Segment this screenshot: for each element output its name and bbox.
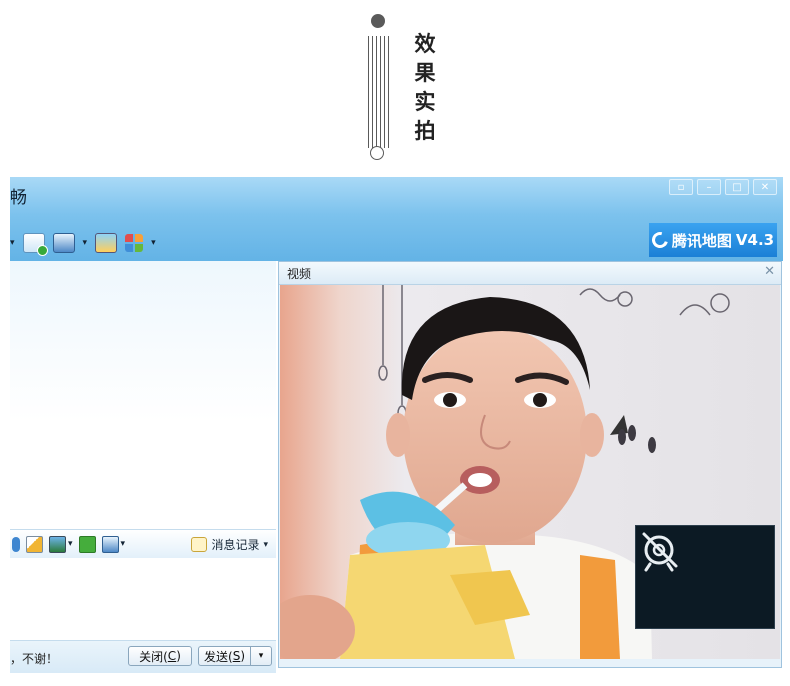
input-toolbar: ▾ ▾ 消息记录 ▾ <box>10 529 276 559</box>
brand-banner[interactable]: 腾讯地图 V4.3 <box>648 223 777 257</box>
apps-dropdown[interactable]: ▾ <box>151 238 156 248</box>
window-controls: ▫ – □ ✕ <box>669 179 777 195</box>
close-label: 关闭( <box>139 649 168 664</box>
screenshot-dropdown[interactable]: ▾ <box>121 539 126 549</box>
history-label: 消息记录 <box>211 538 260 552</box>
chat-toolbar: ▾ ▾ ▾ <box>10 231 156 256</box>
dot-hollow <box>370 146 384 160</box>
bottom-bar: ，不谢！ 关闭(C) 发送(S) ▾ <box>10 640 276 673</box>
toolbar-dropdown-arrow[interactable]: ▾ <box>10 238 15 248</box>
close-window-button[interactable]: ✕ <box>753 179 777 195</box>
remote-desktop-icon[interactable] <box>52 233 75 253</box>
chat-log <box>10 261 276 529</box>
video-title: 视频 <box>287 267 312 281</box>
image-icon[interactable] <box>49 535 66 553</box>
add-chat-icon[interactable] <box>22 233 48 256</box>
image-dropdown[interactable]: ▾ <box>68 539 73 549</box>
close-button[interactable]: 关闭(C) <box>128 646 192 666</box>
history-dropdown[interactable]: ▾ <box>263 540 268 550</box>
music-icon[interactable] <box>78 535 96 553</box>
skin-button[interactable]: ▫ <box>669 179 693 195</box>
maximize-button[interactable]: □ <box>725 179 749 195</box>
brand-name: 腾讯地图 <box>671 231 732 250</box>
apps-icon[interactable] <box>125 234 144 252</box>
close-label-end: ) <box>176 649 181 663</box>
send-shortcut: S <box>232 649 241 663</box>
message-history-button[interactable]: 消息记录 ▾ <box>191 536 268 553</box>
video-header: 视频 ✕ <box>279 262 781 285</box>
page-title: 效果实拍 <box>414 32 436 143</box>
brand-version: V4.3 <box>735 231 775 249</box>
history-icon <box>191 537 208 552</box>
dot-filled <box>371 14 385 28</box>
screenshot-icon[interactable] <box>101 535 119 553</box>
send-label: 发送( <box>204 649 233 664</box>
video-panel: 视频 ✕ <box>278 261 782 668</box>
video-close-icon[interactable]: ✕ <box>764 264 775 279</box>
window-titlebar: 畅 ▫ – □ ✕ ▾ ▾ ▾ 腾讯地图 V4.3 <box>10 177 783 261</box>
video-feed <box>280 285 780 659</box>
send-options-button[interactable]: ▾ <box>250 646 272 666</box>
microphone-icon[interactable] <box>12 536 20 552</box>
tencent-map-logo-icon <box>648 229 671 251</box>
send-button[interactable]: 发送(S) <box>198 646 250 666</box>
header-decoration: 效果实拍 <box>360 10 450 165</box>
tip-text: ，不谢！ <box>10 652 59 666</box>
message-input[interactable] <box>10 558 276 640</box>
window-title: 畅 <box>10 188 27 208</box>
font-edit-icon[interactable] <box>26 535 43 553</box>
camera-off-icon <box>642 532 678 572</box>
vertical-lines <box>368 36 390 148</box>
chat-window: 畅 ▫ – □ ✕ ▾ ▾ ▾ 腾讯地图 V4.3 ▾ ▾ 消息记录 ▾ ，不谢… <box>10 177 783 675</box>
send-label-end: ) <box>240 649 245 663</box>
close-shortcut: C <box>167 649 177 663</box>
minimize-button[interactable]: – <box>697 179 721 195</box>
self-view-preview[interactable] <box>635 525 775 629</box>
remote-desktop-dropdown[interactable]: ▾ <box>83 238 88 248</box>
share-screen-icon[interactable] <box>95 233 118 253</box>
